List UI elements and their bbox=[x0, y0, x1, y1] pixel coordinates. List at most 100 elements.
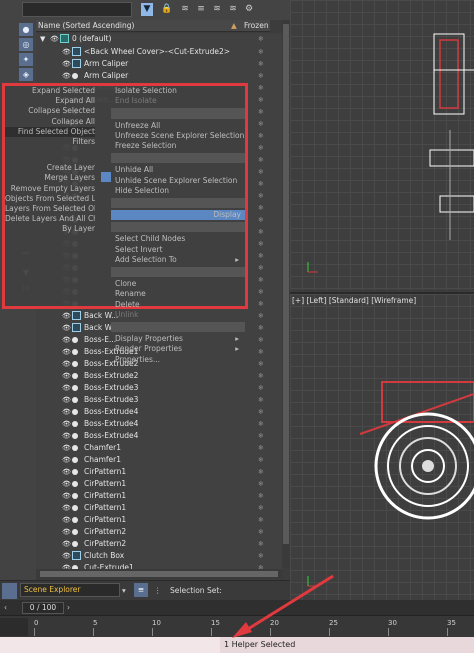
menu-item-right[interactable]: Unhide All bbox=[111, 165, 245, 175]
name-column-header[interactable]: Name (Sorted Ascending) bbox=[38, 21, 134, 30]
freeze-icon[interactable]: ❄ bbox=[258, 490, 264, 502]
menu-item-left[interactable]: Layers From Selected Objects bbox=[5, 204, 95, 214]
filter-icon[interactable]: ▼ bbox=[141, 3, 153, 16]
freeze-icon[interactable]: ❄ bbox=[258, 262, 264, 274]
eye-icon[interactable]: 👁 bbox=[62, 70, 71, 82]
tree-row[interactable]: 👁 CirPattern1 ❄ bbox=[36, 490, 282, 502]
prev-frame-icon[interactable]: ‹ bbox=[4, 603, 7, 612]
freeze-icon[interactable]: ❄ bbox=[258, 226, 264, 238]
menu-item-right[interactable]: Display Properties ▸ bbox=[111, 334, 245, 344]
tree-row[interactable]: 👁 Boss-Extrude3 ❄ bbox=[36, 394, 282, 406]
menu-item-right[interactable]: Isolate Selection bbox=[111, 86, 245, 96]
lock-icon[interactable]: 🔒 bbox=[161, 3, 173, 16]
tree-row[interactable]: 👁 CirPattern1 ❄ bbox=[36, 478, 282, 490]
scene-explorer-dropdown[interactable]: Scene Explorer bbox=[20, 583, 120, 597]
freeze-icon[interactable]: ❄ bbox=[258, 202, 264, 214]
eye-icon[interactable]: 👁 bbox=[62, 334, 71, 346]
menu-item-left[interactable]: Merge Layers bbox=[5, 173, 95, 183]
menu-item-right[interactable]: Display bbox=[111, 210, 245, 221]
freeze-icon[interactable]: ❄ bbox=[258, 526, 264, 538]
tree-root-row[interactable]: ▼ 👁 0 (default) ❄ bbox=[36, 33, 282, 45]
freeze-icon[interactable]: ❄ bbox=[258, 286, 264, 298]
tree-row[interactable]: 👁 Boss-Extrude2 ❄ bbox=[36, 370, 282, 382]
freeze-icon[interactable]: ❄ bbox=[258, 58, 264, 70]
eye-icon[interactable]: 👁 bbox=[62, 502, 71, 514]
tree-row[interactable]: 👁 Boss-Extrude4 ❄ bbox=[36, 406, 282, 418]
freeze-icon[interactable]: ❄ bbox=[258, 514, 264, 526]
search-input[interactable] bbox=[22, 2, 132, 17]
eye-icon[interactable]: 👁 bbox=[62, 478, 71, 490]
eye-icon[interactable]: 👁 bbox=[62, 370, 71, 382]
freeze-icon[interactable]: ❄ bbox=[258, 106, 264, 118]
layer-stack-icon[interactable]: ≡ bbox=[134, 583, 148, 597]
menu-item-left[interactable]: Collapse All bbox=[5, 117, 95, 127]
freeze-icon[interactable]: ❄ bbox=[258, 550, 264, 562]
menu-item-left[interactable]: Objects From Selected Layers bbox=[5, 194, 95, 204]
eye-icon[interactable]: 👁 bbox=[62, 490, 71, 502]
tree-row[interactable]: 👁 Boss-Extrude4 ❄ bbox=[36, 418, 282, 430]
freeze-icon[interactable]: ❄ bbox=[258, 346, 264, 358]
viewport-left[interactable] bbox=[290, 292, 474, 600]
tree-row[interactable]: 👁 Clutch Box ❄ bbox=[36, 550, 282, 562]
tree-row[interactable]: 👁 Boss-Extrude3 ❄ bbox=[36, 382, 282, 394]
viewport-top[interactable] bbox=[290, 0, 474, 290]
explorer-grid-icon[interactable] bbox=[2, 583, 17, 599]
selection-set-icon[interactable]: ⋮ bbox=[154, 586, 162, 595]
eye-icon[interactable]: 👁 bbox=[62, 454, 71, 466]
eye-icon[interactable]: 👁 bbox=[62, 58, 71, 70]
menu-item-right[interactable]: Select Child Nodes bbox=[111, 234, 245, 244]
display-cameras-icon[interactable]: ◎ bbox=[19, 38, 33, 51]
freeze-icon[interactable]: ❄ bbox=[258, 562, 264, 569]
menu-item-right[interactable]: Rename bbox=[111, 289, 245, 299]
eye-icon[interactable]: 👁 bbox=[62, 430, 71, 442]
eye-icon[interactable]: 👁 bbox=[62, 46, 71, 58]
menu-item-right[interactable]: Unlink bbox=[111, 310, 245, 320]
stack-icon[interactable]: ≡ bbox=[195, 3, 207, 16]
freeze-icon[interactable]: ❄ bbox=[258, 94, 264, 106]
display-lights-icon[interactable]: ✦ bbox=[19, 53, 33, 66]
freeze-icon[interactable]: ❄ bbox=[258, 454, 264, 466]
freeze-icon[interactable]: ❄ bbox=[258, 130, 264, 142]
eye-icon[interactable]: 👁 bbox=[62, 322, 71, 334]
eye-icon[interactable]: 👁 bbox=[50, 33, 59, 45]
freeze-icon[interactable]: ❄ bbox=[258, 238, 264, 250]
tree-row[interactable]: 👁 CirPattern1 ❄ bbox=[36, 466, 282, 478]
eye-icon[interactable]: 👁 bbox=[62, 346, 71, 358]
tree-row[interactable]: 👁 CirPattern1 ❄ bbox=[36, 514, 282, 526]
freeze-icon[interactable]: ❄ bbox=[258, 46, 264, 58]
tree-row[interactable]: 👁 CirPattern2 ❄ bbox=[36, 538, 282, 550]
menu-item-right[interactable]: Properties... bbox=[111, 355, 245, 365]
freeze-icon[interactable]: ❄ bbox=[258, 33, 264, 45]
eye-icon[interactable]: 👁 bbox=[62, 358, 71, 370]
tree-row[interactable]: 👁 Boss-Extrude4 ❄ bbox=[36, 430, 282, 442]
menu-item-right[interactable]: Unhide Scene Explorer Selection bbox=[111, 176, 245, 186]
freeze-icon[interactable]: ❄ bbox=[258, 478, 264, 490]
freeze-icon[interactable]: ❄ bbox=[258, 250, 264, 262]
freeze-icon[interactable]: ❄ bbox=[258, 310, 264, 322]
eye-icon[interactable]: 👁 bbox=[62, 394, 71, 406]
menu-item-right[interactable]: Unfreeze All bbox=[111, 121, 245, 131]
freeze-icon[interactable]: ❄ bbox=[258, 358, 264, 370]
freeze-icon[interactable]: ❄ bbox=[258, 298, 264, 310]
display-helpers-icon[interactable]: ◈ bbox=[19, 68, 33, 81]
freeze-icon[interactable]: ❄ bbox=[258, 442, 264, 454]
tree-row[interactable]: 👁 Cut-Extrude1 ❄ bbox=[36, 562, 282, 569]
freeze-icon[interactable]: ❄ bbox=[258, 370, 264, 382]
eye-icon[interactable]: 👁 bbox=[62, 442, 71, 454]
menu-item-left[interactable]: Expand All bbox=[5, 96, 95, 106]
menu-item-right[interactable]: Select Invert bbox=[111, 245, 245, 255]
frozen-column-header[interactable]: Frozen bbox=[244, 21, 269, 30]
display-objects-icon[interactable]: ● bbox=[19, 23, 33, 36]
freeze-icon[interactable]: ❄ bbox=[258, 166, 264, 178]
menu-item-right[interactable]: Hide Selection bbox=[111, 186, 245, 196]
eye-icon[interactable]: 👁 bbox=[62, 418, 71, 430]
freeze-icon[interactable]: ❄ bbox=[258, 322, 264, 334]
menu-item-left[interactable]: Remove Empty Layers bbox=[5, 184, 95, 194]
menu-item-left[interactable]: Expand Selected bbox=[5, 86, 95, 96]
freeze-icon[interactable]: ❄ bbox=[258, 418, 264, 430]
freeze-icon[interactable]: ❄ bbox=[258, 190, 264, 202]
eye-icon[interactable]: 👁 bbox=[62, 466, 71, 478]
menu-item-right[interactable]: End Isolate bbox=[111, 96, 245, 106]
eye-icon[interactable]: 👁 bbox=[62, 550, 71, 562]
layers-link-icon[interactable]: ≋ bbox=[227, 3, 239, 16]
